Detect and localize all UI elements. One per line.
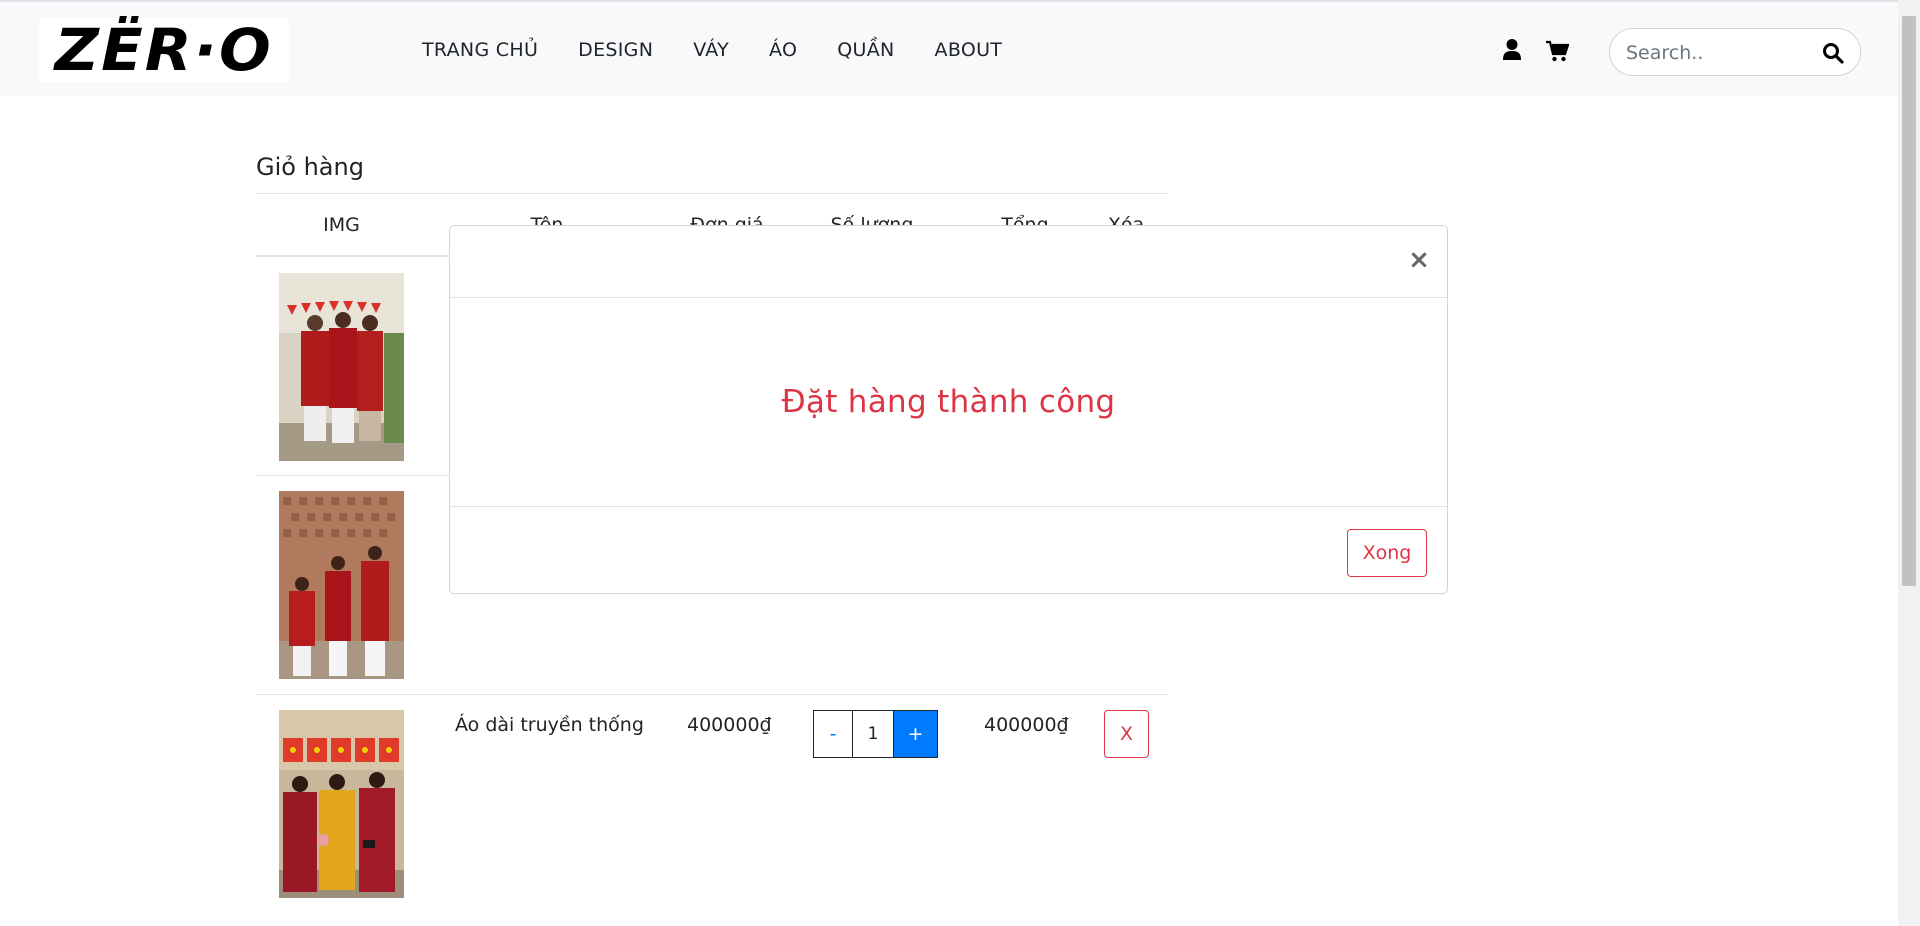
product-name: Áo dài truyền thống	[455, 714, 644, 736]
qty-increase-button[interactable]: +	[894, 710, 938, 758]
cart-icon[interactable]	[1545, 39, 1570, 63]
modal-body: Đặt hàng thành công	[450, 298, 1447, 506]
row-divider	[256, 694, 1168, 695]
nav-links: TRANG CHỦ DESIGN VÁY ÁO QUẦN ABOUT	[422, 38, 1042, 62]
product-image	[279, 273, 404, 461]
quantity-stepper: - 1 +	[813, 710, 938, 758]
order-success-modal: × Đặt hàng thành công Xong	[449, 225, 1448, 594]
search-icon[interactable]	[1822, 42, 1844, 64]
nav-link-shirts[interactable]: ÁO	[769, 38, 797, 62]
nav-link-dresses[interactable]: VÁY	[693, 38, 729, 62]
modal-footer: Xong	[450, 506, 1447, 595]
product-image	[279, 491, 404, 679]
modal-close-icon[interactable]: ×	[1407, 247, 1431, 273]
qty-input[interactable]: 1	[853, 710, 894, 758]
brand-logo[interactable]: ZËR·O	[39, 18, 289, 82]
col-header-img: IMG	[323, 214, 360, 236]
modal-done-button[interactable]: Xong	[1347, 529, 1427, 577]
cart-title: Giỏ hàng	[256, 153, 364, 181]
user-icon[interactable]	[1502, 38, 1522, 62]
product-price: 400000₫	[687, 714, 772, 736]
scrollbar[interactable]	[1898, 0, 1920, 926]
divider	[256, 193, 1168, 194]
qty-decrease-button[interactable]: -	[813, 710, 853, 758]
scrollbar-thumb[interactable]	[1902, 16, 1916, 586]
modal-header: ×	[450, 226, 1447, 298]
nav-link-design[interactable]: DESIGN	[578, 38, 653, 62]
nav-link-pants[interactable]: QUẦN	[837, 38, 894, 62]
nav-link-about[interactable]: ABOUT	[935, 38, 1003, 62]
search-input[interactable]	[1624, 39, 1804, 67]
nav-link-home[interactable]: TRANG CHỦ	[422, 38, 538, 62]
search-box	[1609, 28, 1861, 76]
brand-logo-text: ZËR·O	[54, 16, 274, 84]
product-total: 400000₫	[984, 714, 1069, 736]
delete-item-button[interactable]: X	[1104, 710, 1149, 758]
product-image	[279, 710, 404, 898]
modal-message: Đặt hàng thành công	[781, 384, 1116, 420]
navbar: ZËR·O TRANG CHỦ DESIGN VÁY ÁO QUẦN ABOUT	[0, 0, 1898, 96]
